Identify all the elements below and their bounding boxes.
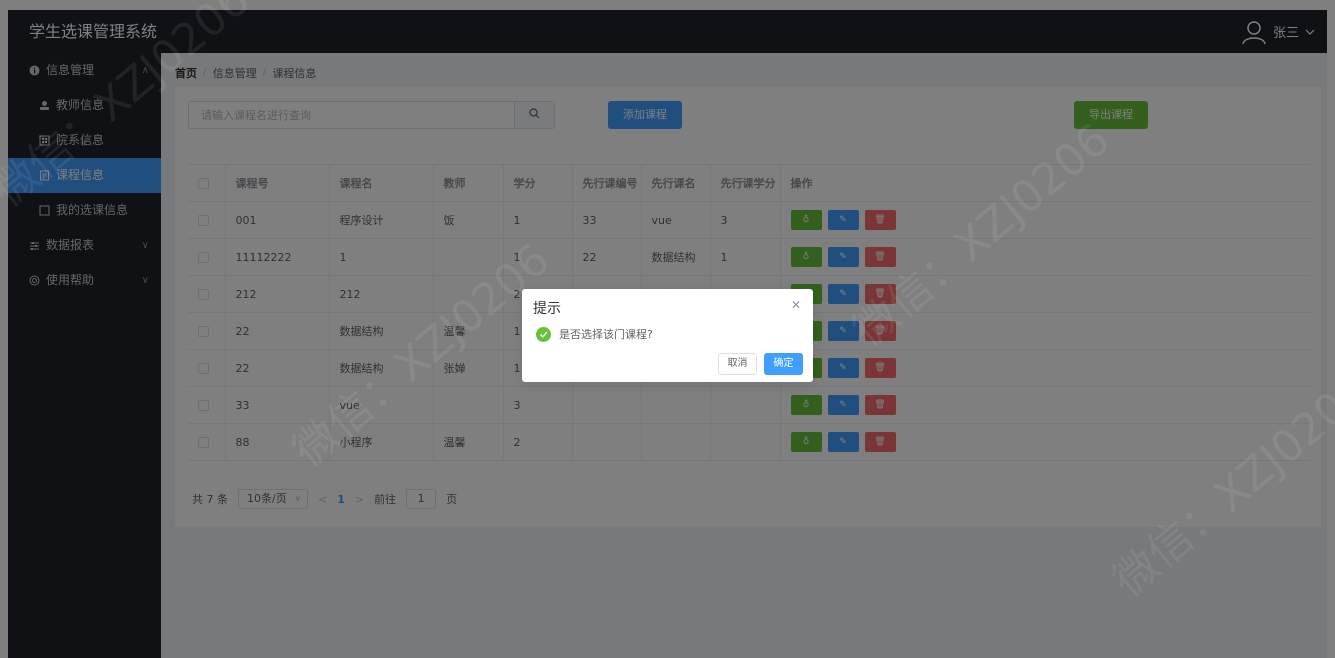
success-check-icon bbox=[536, 326, 551, 342]
watermark: 微信：XZJ0206 bbox=[843, 113, 1120, 357]
confirm-dialog: 提示 ✕ 是否选择该门课程? 取消 确定 bbox=[522, 289, 813, 382]
dialog-message: 是否选择该门课程? bbox=[536, 326, 653, 342]
dialog-title: 提示 bbox=[533, 301, 561, 317]
cancel-button[interactable]: 取消 bbox=[718, 353, 757, 375]
confirm-button[interactable]: 确定 bbox=[764, 353, 803, 375]
watermark: 微信：XZJ0206 bbox=[0, 0, 260, 217]
close-icon[interactable]: ✕ bbox=[791, 298, 801, 312]
watermark: 微信：XZJ0206 bbox=[283, 233, 560, 477]
dialog-message-text: 是否选择该门课程? bbox=[559, 328, 653, 341]
watermark: 微信：XZJ0206 bbox=[1103, 363, 1335, 607]
